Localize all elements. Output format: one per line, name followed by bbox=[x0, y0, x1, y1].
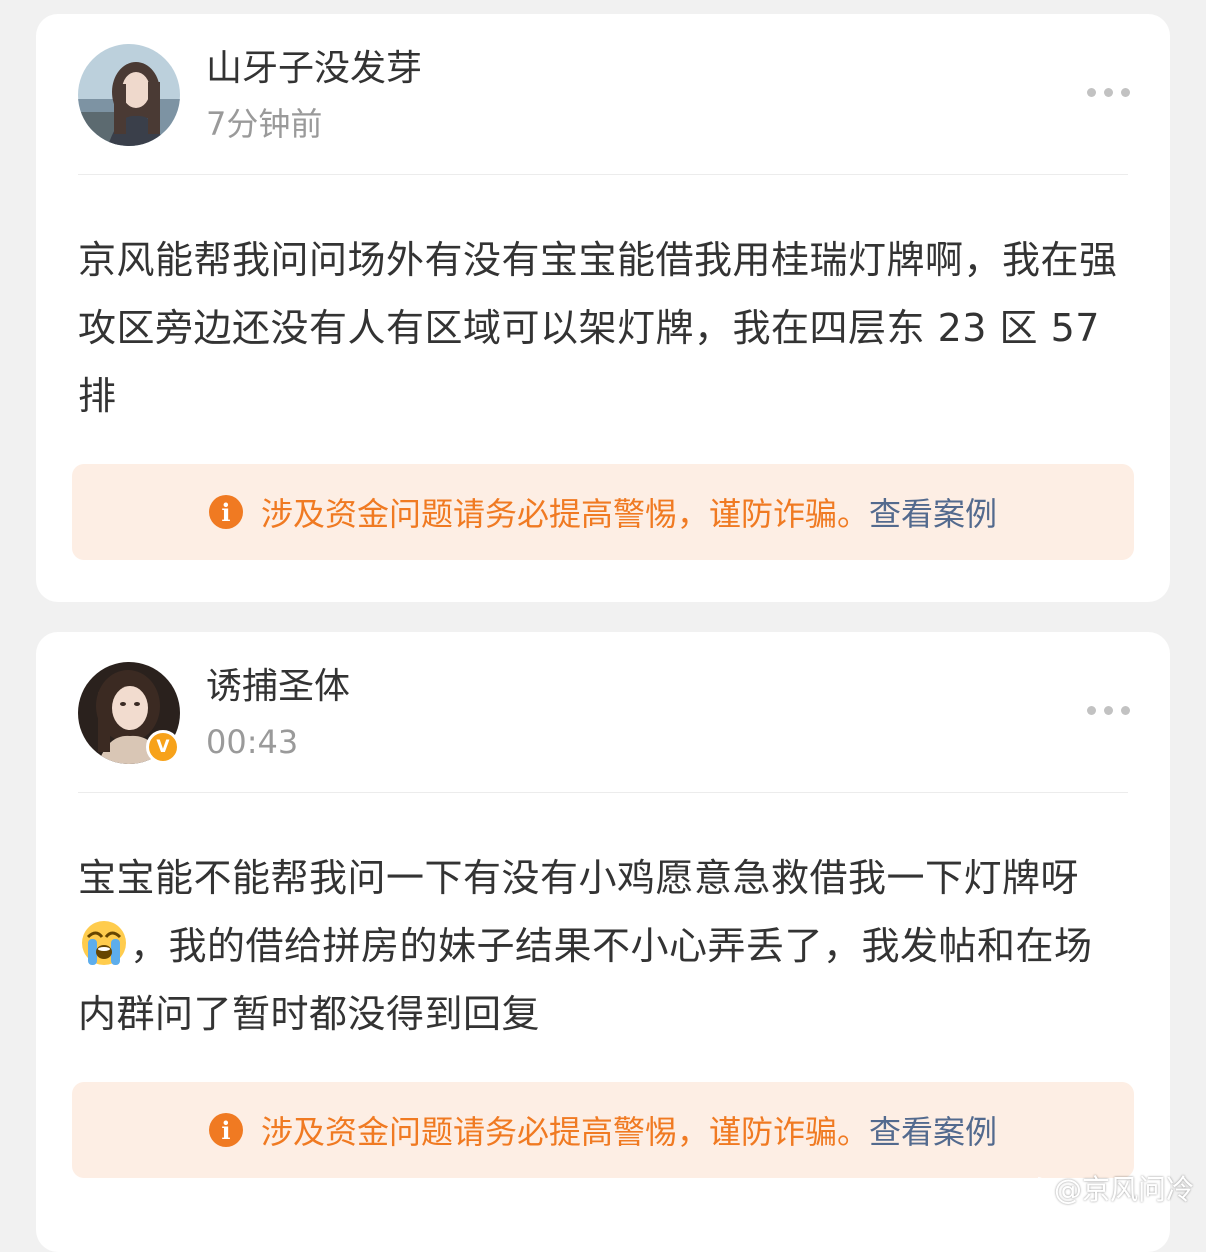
fraud-warning-banner: i 涉及资金问题请务必提高警惕，谨防诈骗。 查看案例 bbox=[72, 1082, 1134, 1178]
fraud-warning-banner: i 涉及资金问题请务必提高警惕，谨防诈骗。 查看案例 bbox=[72, 464, 1134, 560]
warning-text: 涉及资金问题请务必提高警惕，谨防诈骗。 bbox=[260, 495, 869, 533]
username[interactable]: 诱捕圣体 bbox=[206, 665, 350, 709]
view-cases-link[interactable]: 查看案例 bbox=[869, 489, 997, 535]
post-content-part: ，我的借给拼房的妹子结果不小心弄丢了，我发帖和在场内群问了暂时都没得到回复 bbox=[78, 924, 1093, 1036]
divider bbox=[78, 174, 1128, 175]
post-time: 7分钟前 bbox=[206, 105, 323, 143]
post-card: 山牙子没发芽 7分钟前 京风能帮我问问场外有没有宝宝能借我用桂瑞灯牌啊，我在强攻… bbox=[36, 14, 1170, 602]
watermark-text: @京风问冷 bbox=[1053, 1173, 1194, 1206]
username[interactable]: 山牙子没发芽 bbox=[206, 47, 422, 91]
post-content: 京风能帮我问问场外有没有宝宝能借我用桂瑞灯牌啊，我在强攻区旁边还没有人有区域可以… bbox=[78, 238, 1118, 418]
post-time: 00:43 bbox=[206, 723, 299, 761]
more-options-icon[interactable] bbox=[1087, 706, 1130, 715]
post-card: V 诱捕圣体 00:43 宝宝能不能帮我问一下有没有小鸡愿意急救借我一下灯牌呀 ，… bbox=[36, 632, 1170, 1252]
more-options-icon[interactable] bbox=[1087, 88, 1130, 97]
weibo-logo-icon bbox=[1014, 1176, 1047, 1202]
watermark: @京风问冷 bbox=[1014, 1168, 1194, 1208]
avatar[interactable] bbox=[78, 44, 180, 146]
post-content-part: 宝宝能不能帮我问一下有没有小鸡愿意急救借我一下灯牌呀 bbox=[78, 856, 1080, 900]
info-icon: i bbox=[208, 495, 243, 529]
info-icon: i bbox=[208, 1113, 243, 1147]
verified-badge-icon: V bbox=[146, 730, 180, 764]
warning-text: 涉及资金问题请务必提高警惕，谨防诈骗。 bbox=[260, 1113, 869, 1151]
divider bbox=[78, 792, 1128, 793]
post-content: 宝宝能不能帮我问一下有没有小鸡愿意急救借我一下灯牌呀 ，我的借给拼房的妹子结果不小… bbox=[78, 844, 1128, 1048]
loudly-crying-face-icon bbox=[82, 921, 126, 965]
view-cases-link[interactable]: 查看案例 bbox=[869, 1107, 997, 1153]
